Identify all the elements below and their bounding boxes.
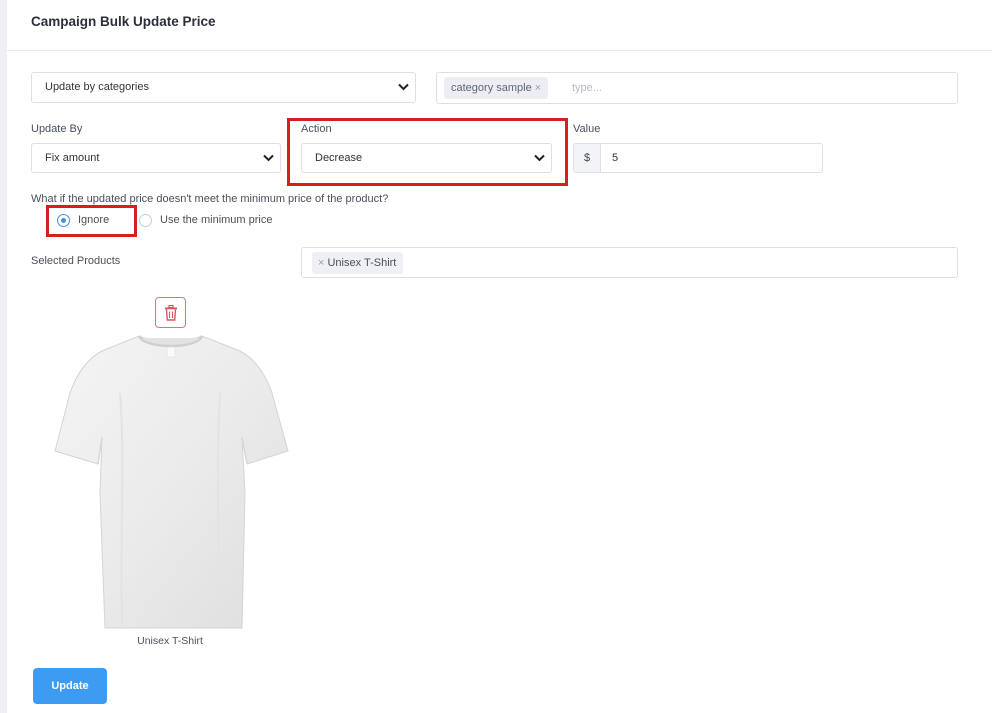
category-tag-input[interactable]: category sample × type... [436,72,958,104]
update-mode-value: Update by categories [45,81,149,93]
page-header: Campaign Bulk Update Price [7,0,992,51]
product-name: Unisex T-Shirt [137,635,203,647]
chevron-down-icon [263,154,274,162]
value-input-group[interactable]: $ 5 [573,143,823,173]
action-highlight-box [287,118,568,186]
trash-icon [165,305,177,321]
page-title: Campaign Bulk Update Price [31,14,216,29]
remove-product-button[interactable] [155,297,186,328]
currency-addon: $ [574,144,601,172]
min-price-question: What if the updated price doesn't meet t… [31,193,389,205]
update-by-select[interactable]: Fix amount [31,143,281,173]
category-search-placeholder[interactable]: type... [572,82,602,94]
selected-products-label: Selected Products [31,255,121,267]
ignore-highlight-box [46,205,137,237]
chevron-down-icon [398,83,409,91]
remove-tag-icon[interactable]: × [535,82,541,94]
product-tag: × Unisex T-Shirt [312,252,404,274]
use-minimum-price-radio[interactable] [139,214,152,227]
use-minimum-price-label[interactable]: Use the minimum price [160,214,272,226]
category-tag-label: category sample [451,82,532,94]
t-shirt-image [54,334,289,629]
update-by-label: Update By [31,123,83,135]
category-tag: category sample × [444,77,549,99]
update-button[interactable]: Update [33,668,107,704]
product-tag-label: Unisex T-Shirt [327,257,397,269]
value-label: Value [573,123,601,135]
update-by-value: Fix amount [45,152,100,164]
update-mode-select[interactable]: Update by categories [31,72,416,103]
left-rail [0,0,7,713]
selected-products-input[interactable]: × Unisex T-Shirt [301,247,958,278]
value-input[interactable]: 5 [612,144,618,172]
